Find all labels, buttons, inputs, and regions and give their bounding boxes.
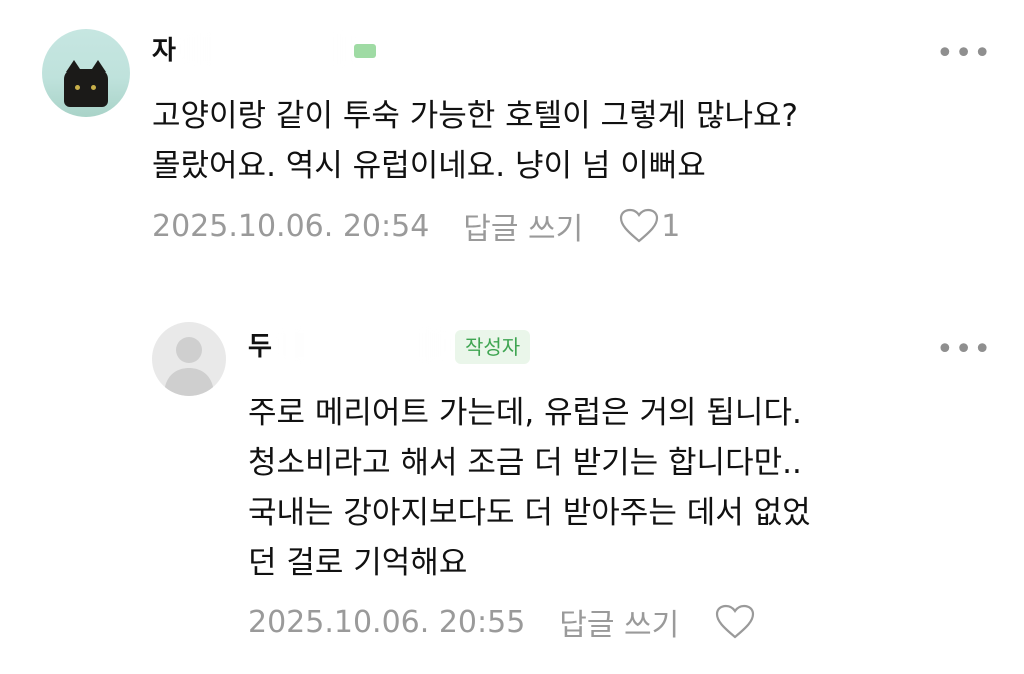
reply-text-line: 던 걸로 기억해요 [248,545,468,581]
comment-date: 2025.10.06. 20:54 [152,208,430,244]
like-count: 1 [661,208,681,244]
cat-eye [91,85,96,90]
more-dots-icon[interactable]: ••• [936,39,992,69]
reply-meta: 2025.10.06. 20:55 답글 쓰기 [248,600,757,644]
author-badge: 작성자 [455,330,531,364]
author-name-redaction [276,328,448,362]
author-name-redaction [178,32,358,66]
like-button[interactable] [715,604,757,640]
comment-meta: 2025.10.06. 20:54 답글 쓰기 1 [152,204,680,248]
reply-date: 2025.10.06. 20:55 [248,604,526,640]
cat-photo [64,60,108,107]
comment-text-line: 몰랐어요. 역시 유럽이네요. 냥이 넘 이뻐요 [152,148,706,184]
reply-button[interactable]: 답글 쓰기 [463,204,583,248]
comment-text-line: 고양이랑 같이 투숙 가능한 호텔이 그렇게 많나요? [152,98,798,134]
reply-button[interactable]: 답글 쓰기 [559,600,679,644]
default-user-icon [164,337,214,396]
commenter-avatar[interactable] [42,29,130,117]
more-dots-icon[interactable]: ••• [936,335,992,365]
reply-text-line: 청소비라고 해서 조금 더 받기는 합니다만.. [248,445,802,481]
heart-outline-icon [620,208,659,243]
like-button[interactable]: 1 [619,208,680,244]
reply-author-name[interactable]: 두 [248,326,272,363]
heart-outline-icon [716,604,755,639]
cat-eye [75,85,80,90]
comment-author-name[interactable]: 자 [152,30,176,67]
reply-text-line: 국내는 강아지보다도 더 받아주는 데서 없었 [248,495,811,531]
reply-text-line: 주로 메리어트 가는데, 유럽은 거의 됩니다. [248,395,802,431]
author-level-badge [354,44,376,58]
replier-avatar[interactable] [152,322,226,396]
